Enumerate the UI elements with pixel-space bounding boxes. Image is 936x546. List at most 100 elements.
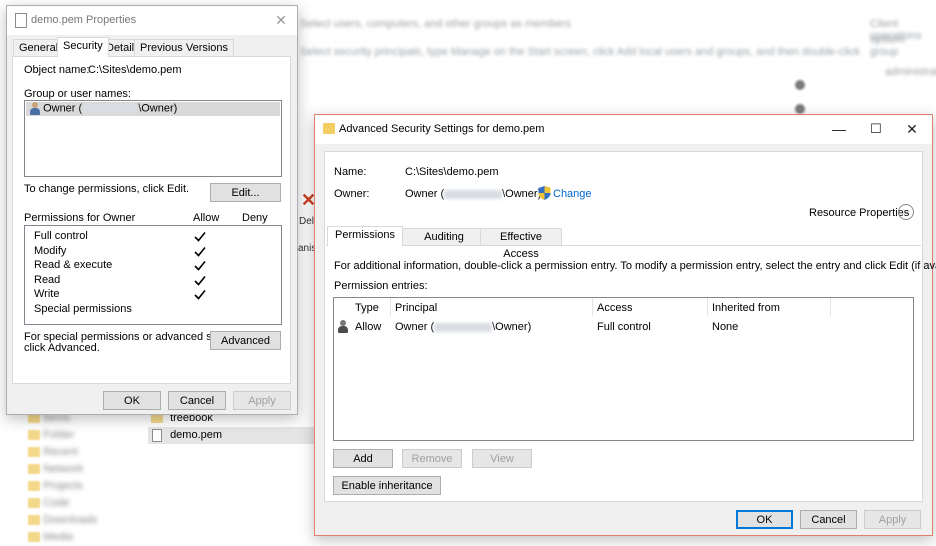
permission-entries-list[interactable]: Type Principal Access Inherited from All… bbox=[333, 297, 914, 441]
table-row[interactable]: Allow Owner (\Owner) Full control None bbox=[334, 318, 913, 335]
advanced-button[interactable]: Advanced bbox=[210, 331, 281, 350]
owner-label: Owner: bbox=[334, 188, 370, 200]
advanced-security-dialog: Advanced Security Settings for demo.pem … bbox=[314, 114, 936, 536]
checkmark-icon bbox=[194, 231, 206, 245]
minimize-icon[interactable]: — bbox=[823, 117, 855, 141]
bg-nav-item: Network bbox=[28, 461, 138, 478]
cancel-button[interactable]: Cancel bbox=[800, 510, 857, 529]
col-type[interactable]: Type bbox=[355, 302, 379, 314]
remove-button[interactable]: Remove bbox=[402, 449, 462, 468]
edit-button[interactable]: Edit... bbox=[210, 183, 281, 202]
col-access[interactable]: Access bbox=[597, 302, 632, 314]
bg-nav-item: Recent bbox=[28, 444, 138, 461]
info-text: For additional information, double-click… bbox=[334, 260, 936, 272]
user-icon bbox=[30, 102, 40, 115]
close-icon[interactable]: ✕ bbox=[896, 117, 928, 141]
change-owner-link[interactable]: Change bbox=[553, 188, 592, 200]
permission-row: Read & execute bbox=[25, 259, 279, 273]
permission-row: Write bbox=[25, 288, 279, 302]
advanced-titlebar[interactable]: Advanced Security Settings for demo.pem … bbox=[315, 115, 932, 144]
col-inherited[interactable]: Inherited from bbox=[712, 302, 780, 314]
checkmark-icon bbox=[194, 260, 206, 274]
name-label: Name: bbox=[334, 166, 367, 178]
tab-previous-versions[interactable]: Previous Versions bbox=[134, 39, 235, 57]
ok-button[interactable]: OK bbox=[103, 391, 161, 410]
maximize-icon[interactable]: ☐ bbox=[860, 117, 892, 141]
object-name-value: C:\Sites\demo.pem bbox=[88, 64, 182, 76]
advanced-content: Name: C:\Sites\demo.pem Owner: Owner (\O… bbox=[324, 151, 936, 502]
file-icon bbox=[152, 428, 162, 442]
owner-value: Owner (\Owner) bbox=[405, 188, 542, 200]
advanced-tabs: Permissions Auditing Effective Access bbox=[325, 226, 922, 260]
row-type: Allow bbox=[355, 321, 382, 333]
column-header: Type Principal Access Inherited from bbox=[334, 298, 913, 317]
tab-auditing[interactable]: Auditing bbox=[401, 228, 487, 246]
redacted-username bbox=[434, 322, 493, 332]
properties-titlebar[interactable]: demo.pem Properties ✕ bbox=[7, 6, 297, 35]
chevron-down-icon[interactable]: ⌄ bbox=[898, 204, 914, 220]
bg-header-text-1: Select users, computers, and other group… bbox=[300, 18, 571, 30]
shield-icon bbox=[538, 186, 551, 203]
bg-nav-item: Projects bbox=[28, 478, 138, 495]
tab-effective-access[interactable]: Effective Access bbox=[480, 228, 562, 260]
bg-right-text-2: system group bbox=[870, 34, 905, 58]
permission-name: Modify bbox=[34, 244, 67, 257]
tab-permissions[interactable]: Permissions bbox=[327, 226, 403, 246]
ok-button[interactable]: OK bbox=[736, 510, 793, 529]
allow-header: Allow bbox=[193, 212, 220, 224]
permission-entries-label: Permission entries: bbox=[334, 280, 428, 292]
add-button[interactable]: Add bbox=[333, 449, 393, 468]
change-permissions-text: To change permissions, click Edit. bbox=[24, 183, 190, 195]
permission-name: Full control bbox=[34, 230, 88, 242]
enable-inheritance-button[interactable]: Enable inheritance bbox=[333, 476, 441, 495]
checkmark-icon bbox=[194, 246, 206, 260]
permission-row: Modify bbox=[25, 245, 279, 259]
view-button[interactable]: View bbox=[472, 449, 532, 468]
deny-header: Deny bbox=[242, 212, 268, 224]
row-principal: Owner (\Owner) bbox=[395, 321, 532, 333]
properties-title: demo.pem Properties bbox=[31, 14, 137, 26]
user-list-item-owner[interactable]: Owner (\Owner) bbox=[26, 102, 280, 116]
name-value: C:\Sites\demo.pem bbox=[405, 166, 499, 178]
bg-radio-icon bbox=[795, 104, 805, 114]
row-access: Full control bbox=[597, 321, 651, 333]
close-icon[interactable]: ✕ bbox=[265, 8, 297, 32]
checkmark-icon bbox=[194, 275, 206, 289]
bg-header-text-2: Select security principals, type Manage … bbox=[300, 46, 860, 58]
permission-name: Read bbox=[34, 273, 61, 286]
permission-name: Write bbox=[34, 288, 60, 300]
tab-security[interactable]: Security bbox=[57, 37, 109, 57]
bg-right-text-3: administrators bbox=[885, 66, 936, 78]
user-icon bbox=[338, 320, 348, 333]
group-label: Group or user names: bbox=[24, 88, 131, 100]
cancel-button[interactable]: Cancel bbox=[168, 391, 226, 410]
checkmark-icon bbox=[194, 289, 206, 303]
bg-nav-pane: Items Folder Recent Network Projects Cod… bbox=[28, 410, 138, 546]
resource-properties-label[interactable]: Resource Properties bbox=[809, 207, 909, 219]
advanced-title: Advanced Security Settings for demo.pem bbox=[339, 123, 545, 135]
permission-name: Special permissions bbox=[34, 302, 132, 315]
security-panel: Object name: C:\Sites\demo.pem Group or … bbox=[12, 56, 291, 384]
bg-nav-item: Code bbox=[28, 495, 138, 512]
redacted-username bbox=[82, 104, 139, 113]
object-name-label: Object name: bbox=[24, 64, 90, 76]
permission-row: Full control bbox=[25, 230, 279, 244]
col-principal[interactable]: Principal bbox=[395, 302, 437, 314]
special-permissions-text-2: click Advanced. bbox=[24, 342, 100, 354]
permissions-list[interactable]: Full control Modify Read & execute Read Writ… bbox=[24, 225, 282, 325]
user-list[interactable]: Owner (\Owner) bbox=[24, 100, 282, 177]
row-inherited: None bbox=[712, 321, 739, 333]
tab-divider bbox=[326, 245, 921, 246]
bg-nav-item: Folder bbox=[28, 427, 138, 444]
properties-dialog: demo.pem Properties ✕ General Security D… bbox=[6, 5, 298, 415]
permission-row: Special permissions bbox=[25, 303, 279, 317]
permission-name: Read & execute bbox=[34, 259, 113, 271]
apply-button[interactable]: Apply bbox=[233, 391, 291, 410]
apply-button[interactable]: Apply bbox=[864, 510, 921, 529]
folder-icon bbox=[323, 123, 335, 134]
properties-tabs: General Security Details Previous Versio… bbox=[13, 37, 293, 57]
bg-radio-icon bbox=[795, 80, 805, 90]
file-row-demo-pem[interactable]: demo.pem bbox=[148, 427, 318, 444]
redacted-username bbox=[444, 189, 503, 199]
permission-row: Read bbox=[25, 274, 279, 288]
